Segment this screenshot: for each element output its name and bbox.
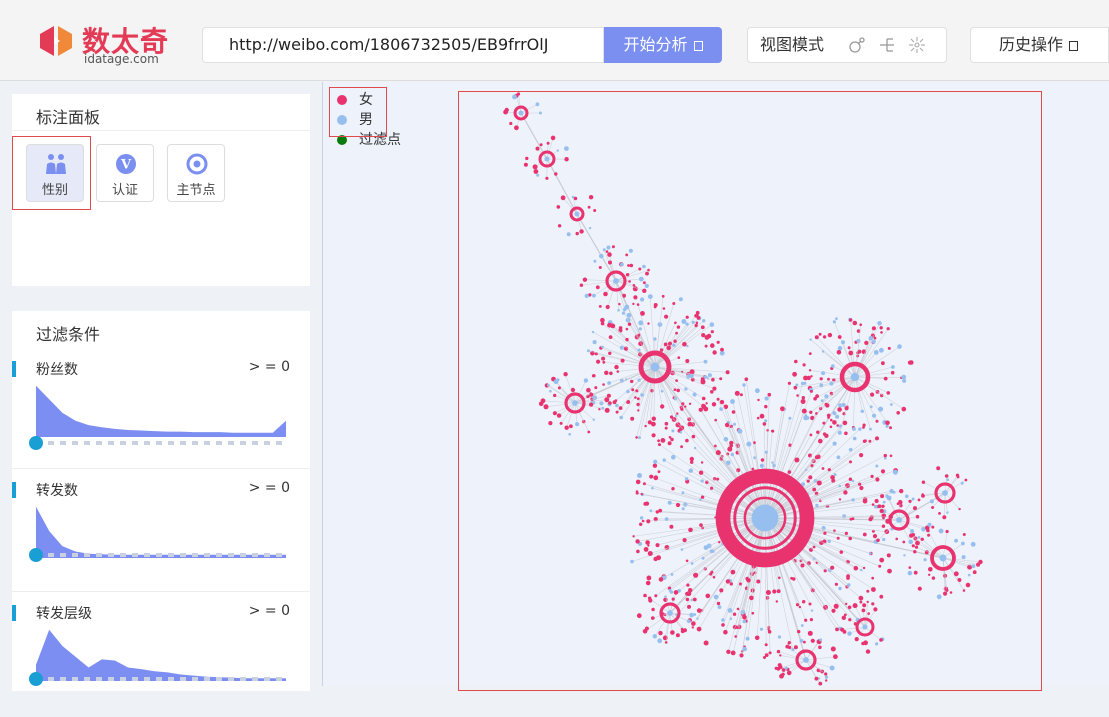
histogram-area — [36, 507, 286, 558]
history-button[interactable]: 历史操作 — [970, 27, 1109, 63]
square-icon — [694, 41, 703, 51]
logo: 数太奇 idatage.com — [36, 22, 176, 66]
url-input[interactable]: http://weibo.com/1806732505/EB9frrOlJ — [202, 27, 604, 63]
reposts-histogram — [36, 502, 286, 558]
filter-condition: > = 0 — [249, 603, 290, 619]
filter-marker — [12, 482, 16, 498]
filter-marker — [12, 605, 16, 621]
filter-marker — [12, 361, 16, 377]
filter-name: 粉丝数 — [36, 359, 78, 379]
annotation-panel-title: 标注面板 — [36, 104, 100, 128]
filter-condition: > = 0 — [249, 480, 290, 496]
annotate-main-node-button[interactable]: 主节点 — [167, 144, 225, 202]
followers-histogram — [36, 381, 286, 437]
followers-slider-handle[interactable] — [29, 436, 43, 450]
filter-name: 转发数 — [36, 480, 78, 500]
filter-condition: > = 0 — [249, 359, 290, 375]
highlight-frame — [329, 87, 387, 137]
graph-canvas[interactable]: 女 男 过滤点 — [322, 82, 1109, 686]
history-label: 历史操作 — [999, 35, 1063, 54]
start-analysis-button[interactable]: 开始分析 — [604, 27, 722, 63]
graph-highlight-frame — [458, 91, 1042, 691]
slider-track[interactable] — [36, 553, 286, 557]
annotate-verified-button[interactable]: V 认证 — [96, 144, 154, 202]
radial-layout-icon[interactable] — [908, 36, 926, 54]
logo-subtitle: idatage.com — [84, 52, 159, 66]
filter-reposts: 转发数 > = 0 — [12, 476, 310, 594]
verified-v-icon: V — [114, 153, 138, 175]
slider-track[interactable] — [36, 441, 286, 445]
filter-name: 转发层级 — [36, 603, 92, 623]
divider — [12, 591, 310, 592]
main-node-label: 主节点 — [168, 179, 224, 198]
view-mode-toolbar: 视图模式 — [747, 27, 947, 63]
divider — [12, 130, 310, 131]
filter-panel-title: 过滤条件 — [36, 321, 100, 345]
start-analysis-label: 开始分析 — [623, 35, 687, 54]
tree-layout-icon[interactable] — [878, 36, 896, 54]
highlight-frame — [12, 136, 91, 210]
repost-level-histogram — [36, 625, 286, 681]
top-bar: 数太奇 idatage.com http://weibo.com/1806732… — [0, 0, 1109, 81]
annotation-panel: 标注面板 性别 V 认证 主节点 — [12, 94, 310, 286]
square-icon — [1069, 41, 1078, 51]
histogram-area — [36, 386, 286, 437]
filter-panel: 过滤条件 粉丝数 > = 0 转发数 > = 0 转发层级 > = 0 — [12, 311, 310, 691]
logo-mark-icon — [36, 24, 76, 58]
repost-level-slider-handle[interactable] — [29, 672, 43, 686]
histogram-area — [36, 630, 286, 681]
view-mode-label: 视图模式 — [760, 28, 824, 62]
svg-text:V: V — [120, 158, 132, 173]
divider — [12, 468, 310, 469]
target-icon — [185, 153, 209, 175]
force-layout-icon[interactable] — [848, 36, 866, 54]
reposts-slider-handle[interactable] — [29, 548, 43, 562]
filter-followers: 粉丝数 > = 0 — [12, 355, 310, 473]
slider-track[interactable] — [36, 677, 286, 681]
verified-label: 认证 — [97, 179, 153, 198]
filter-repost-level: 转发层级 > = 0 — [12, 599, 310, 717]
